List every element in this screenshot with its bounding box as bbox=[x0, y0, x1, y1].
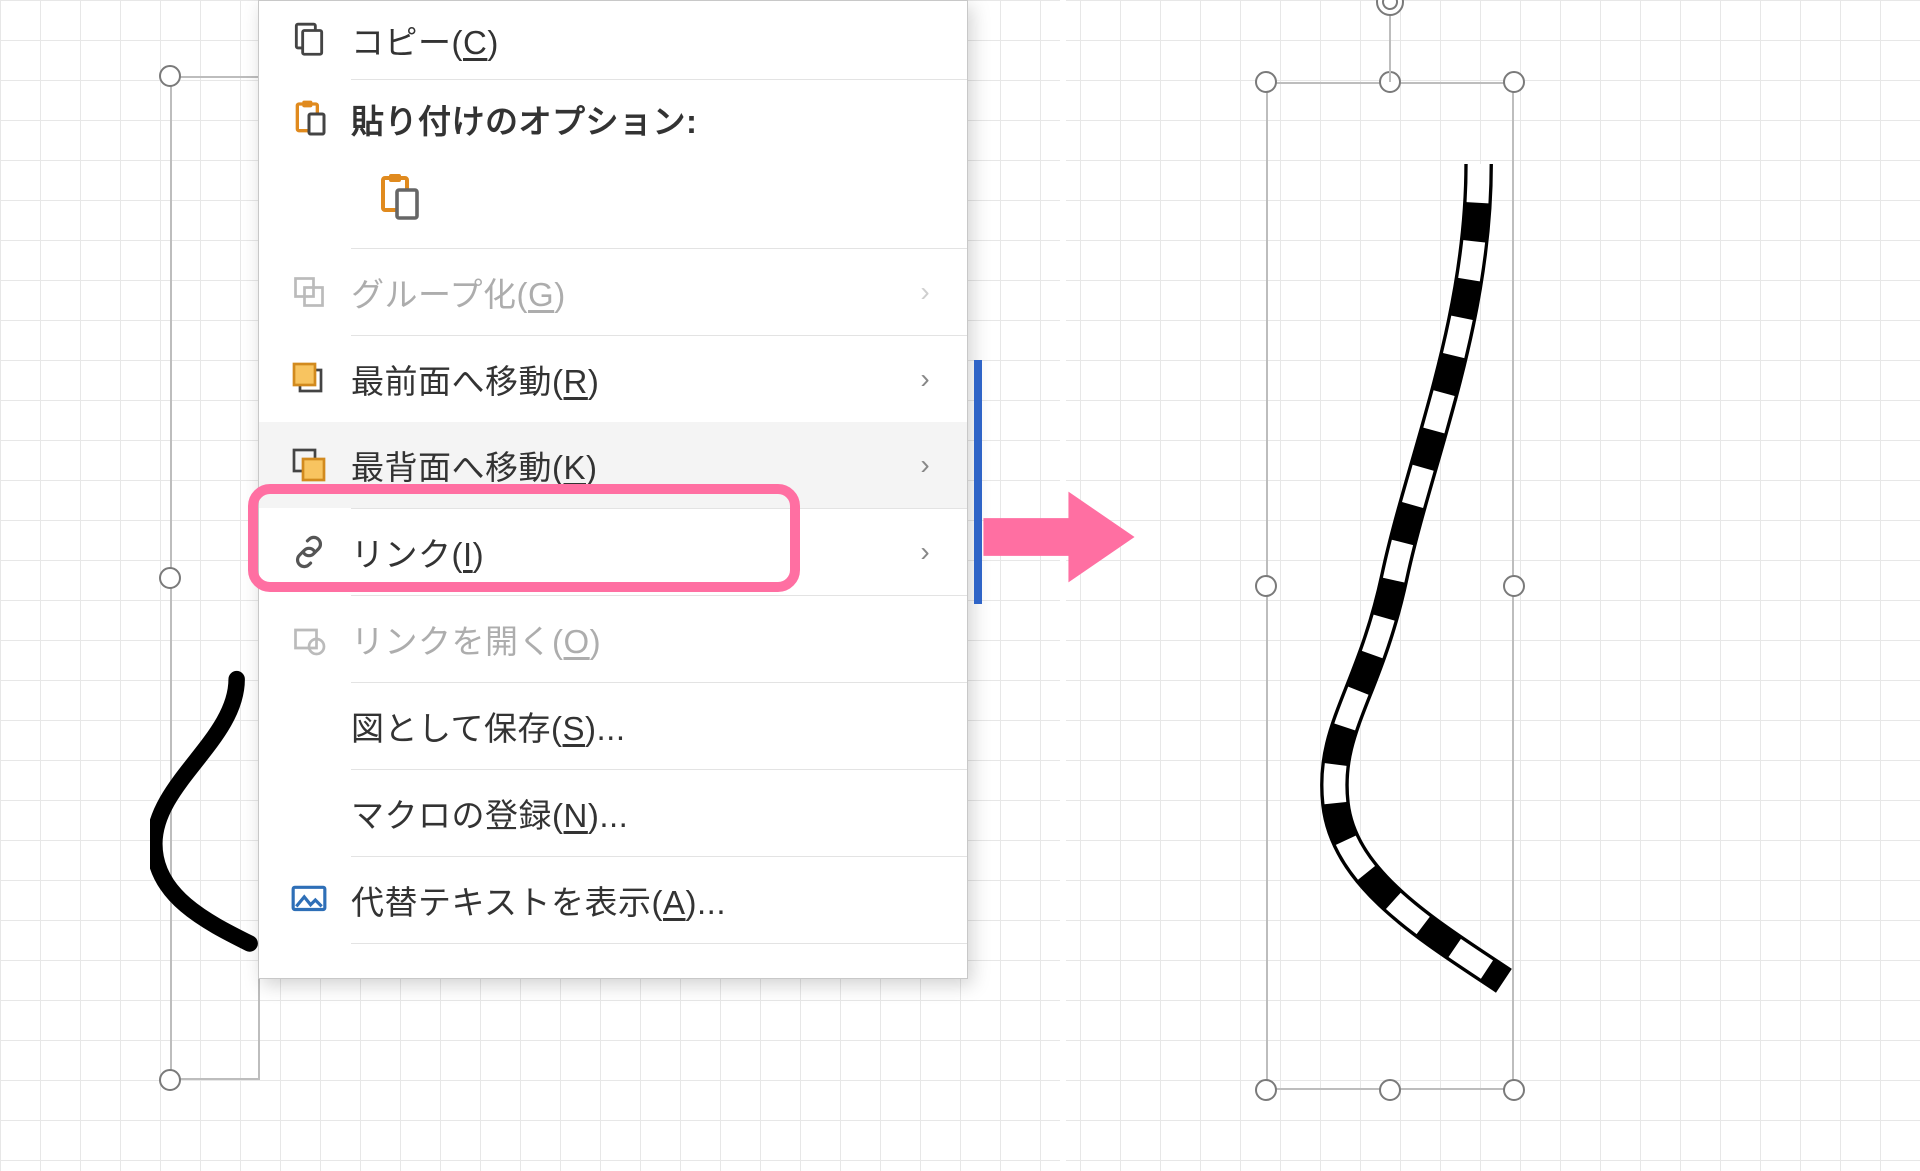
menu-item-alt-text[interactable]: 代替テキストを表示(A)... bbox=[259, 857, 967, 943]
menu-item-group: グループ化(G) › bbox=[259, 249, 967, 335]
menu-item-bring-to-front[interactable]: 最前面へ移動(R) › bbox=[259, 336, 967, 422]
selection-box-right bbox=[1266, 82, 1514, 1090]
selection-handle[interactable] bbox=[1379, 1079, 1401, 1101]
selection-handle[interactable] bbox=[1503, 1079, 1525, 1101]
rotation-handle[interactable] bbox=[1376, 0, 1404, 16]
paste-option-keep-source[interactable] bbox=[367, 166, 431, 230]
selection-handle[interactable] bbox=[159, 1069, 181, 1091]
alt-text-icon bbox=[281, 881, 337, 919]
menu-label: リンク(I) bbox=[337, 528, 905, 576]
menu-label: 最前面へ移動(R) bbox=[337, 355, 905, 403]
open-link-icon bbox=[281, 621, 337, 657]
link-icon bbox=[281, 533, 337, 571]
selection-handle[interactable] bbox=[1255, 575, 1277, 597]
selection-handle[interactable] bbox=[159, 65, 181, 87]
chevron-right-icon: › bbox=[905, 363, 945, 395]
bring-to-front-icon bbox=[281, 361, 337, 397]
chevron-right-icon: › bbox=[905, 536, 945, 568]
menu-label: 最背面へ移動(K) bbox=[337, 441, 905, 489]
menu-item-link[interactable]: リンク(I) › bbox=[259, 509, 967, 595]
menu-label: マクロの登録(N)... bbox=[337, 789, 945, 837]
selection-handle[interactable] bbox=[1503, 575, 1525, 597]
paste-icon bbox=[281, 99, 337, 139]
menu-item-send-to-back[interactable]: 最背面へ移動(K) › bbox=[259, 422, 967, 508]
selection-handle[interactable] bbox=[1255, 71, 1277, 93]
context-menu[interactable]: コピー(C) 貼り付けのオプション: bbox=[258, 0, 968, 979]
paste-options-row bbox=[259, 158, 967, 248]
canvas-after bbox=[1066, 0, 1920, 1171]
menu-label: リンクを開く(O) bbox=[337, 615, 945, 663]
selection-handle[interactable] bbox=[1255, 1079, 1277, 1101]
selection-handle[interactable] bbox=[159, 567, 181, 589]
menu-label: 貼り付けのオプション: bbox=[337, 95, 945, 143]
canvas-before: コピー(C) 貼り付けのオプション: bbox=[0, 0, 1060, 1171]
rotation-connector bbox=[1389, 8, 1391, 82]
selection-handle[interactable] bbox=[1503, 71, 1525, 93]
copy-icon bbox=[281, 21, 337, 59]
menu-label: コピー(C) bbox=[337, 16, 945, 64]
selection-box-left bbox=[170, 76, 260, 1080]
chevron-right-icon: › bbox=[905, 276, 945, 308]
menu-header-paste-options: 貼り付けのオプション: bbox=[259, 80, 967, 158]
menu-item-open-link: リンクを開く(O) bbox=[259, 596, 967, 682]
menu-item-save-as-picture[interactable]: 図として保存(S)... bbox=[259, 683, 967, 769]
send-to-back-icon bbox=[281, 447, 337, 483]
menu-item-copy[interactable]: コピー(C) bbox=[259, 1, 967, 79]
group-icon bbox=[281, 274, 337, 310]
menu-item-cropped[interactable] bbox=[259, 944, 967, 978]
menu-label: グループ化(G) bbox=[337, 268, 905, 316]
menu-label: 代替テキストを表示(A)... bbox=[337, 876, 945, 924]
menu-item-assign-macro[interactable]: マクロの登録(N)... bbox=[259, 770, 967, 856]
menu-label: 図として保存(S)... bbox=[337, 702, 945, 750]
viewport: コピー(C) 貼り付けのオプション: bbox=[0, 0, 1920, 1171]
chevron-right-icon: › bbox=[905, 449, 945, 481]
